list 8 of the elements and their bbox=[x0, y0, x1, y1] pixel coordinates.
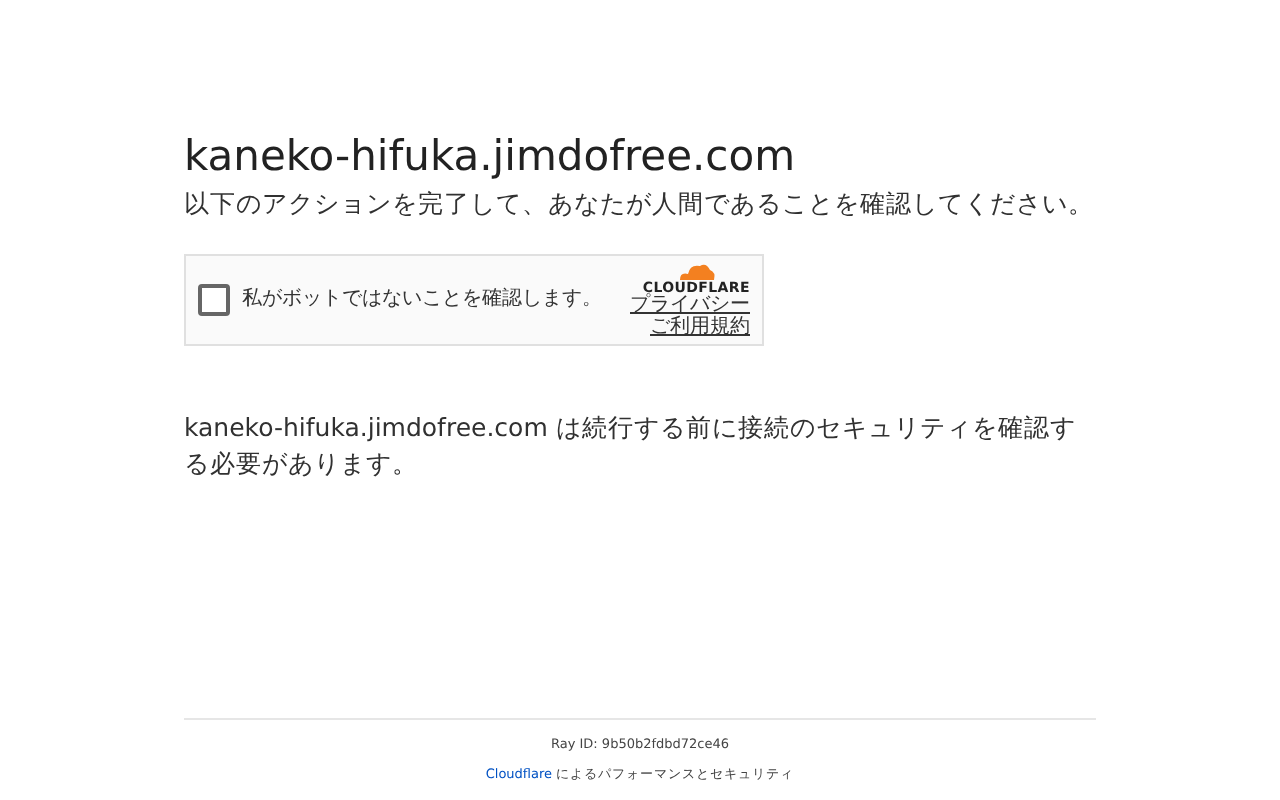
security-message: kaneko-hifuka.jimdofree.com は続行する前に接続のセキュリティを確認する必要があります。 bbox=[184, 410, 1078, 483]
site-heading: kaneko-hifuka.jimdofree.com bbox=[184, 132, 798, 180]
footer-link[interactable]: プライバシー bbox=[630, 296, 750, 317]
footer-link[interactable]: ご利用規約 bbox=[650, 317, 750, 338]
checkbox-label: 私がボットではないことを確認します。 bbox=[242, 289, 604, 311]
instruction-text: 以下のアクションを完了して、あなたが人間であることを確認してください。 bbox=[184, 188, 1096, 222]
cloud-icon bbox=[676, 262, 717, 280]
checkbox[interactable] bbox=[198, 284, 230, 316]
